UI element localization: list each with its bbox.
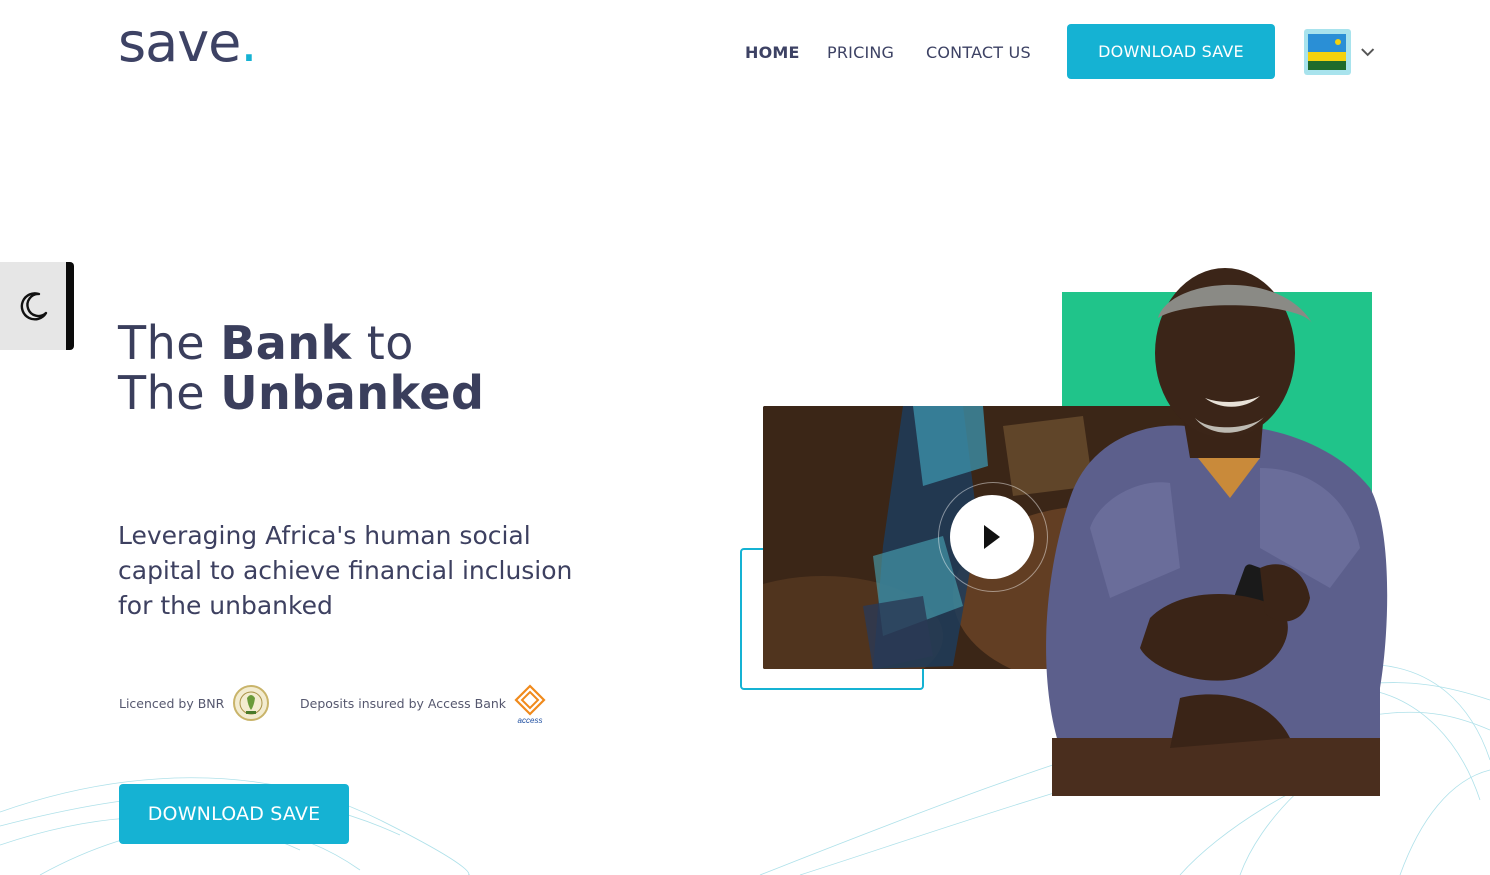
licence-text: Licenced by BNR — [119, 696, 225, 711]
logo-text: save — [118, 11, 241, 74]
hero-title: The Bank to The Unbanked — [118, 318, 485, 418]
dark-mode-toggle[interactable] — [0, 262, 74, 350]
rwanda-flag-icon — [1308, 34, 1347, 70]
man-with-phone-photo — [1046, 268, 1388, 796]
nav-item-contact[interactable]: CONTACT US — [926, 24, 1031, 80]
access-bank-logo-icon: access — [514, 684, 546, 725]
title-text: The — [118, 316, 221, 370]
insurance-text: Deposits insured by Access Bank — [300, 696, 507, 711]
title-bold-unbanked: Unbanked — [220, 366, 485, 420]
nav-home-link[interactable]: HOME — [745, 43, 800, 62]
play-icon — [984, 525, 1000, 549]
nav-item-home[interactable]: HOME — [745, 24, 800, 80]
title-text: The — [118, 366, 221, 420]
header-download-button[interactable]: DOWNLOAD SAVE — [1067, 24, 1275, 79]
nav-pricing-link[interactable]: PRICING — [827, 43, 894, 62]
title-text: to — [351, 316, 414, 370]
video-play-button[interactable] — [950, 495, 1034, 579]
hero-title-line2: The Unbanked — [118, 366, 485, 420]
logo[interactable]: save. — [118, 10, 258, 76]
hero-download-button[interactable]: DOWNLOAD SAVE — [119, 784, 349, 844]
bnr-seal-icon — [233, 685, 269, 721]
hero-subtitle: Leveraging Africa's human social capital… — [118, 521, 573, 620]
flag-container — [1304, 29, 1351, 75]
access-logo-text: access — [518, 716, 543, 725]
title-bold-bank: Bank — [220, 316, 352, 370]
nav-contact-link[interactable]: CONTACT US — [926, 43, 1031, 62]
chevron-down-icon — [1360, 48, 1374, 57]
moon-icon — [20, 292, 48, 321]
language-selector[interactable] — [1304, 28, 1378, 76]
hero-title-line1: The Bank to — [118, 316, 414, 370]
logo-dot: . — [240, 11, 257, 74]
page: save. HOME PRICING CONTACT US DOWNLOAD S… — [0, 0, 1490, 875]
nav-item-pricing[interactable]: PRICING — [827, 24, 894, 80]
